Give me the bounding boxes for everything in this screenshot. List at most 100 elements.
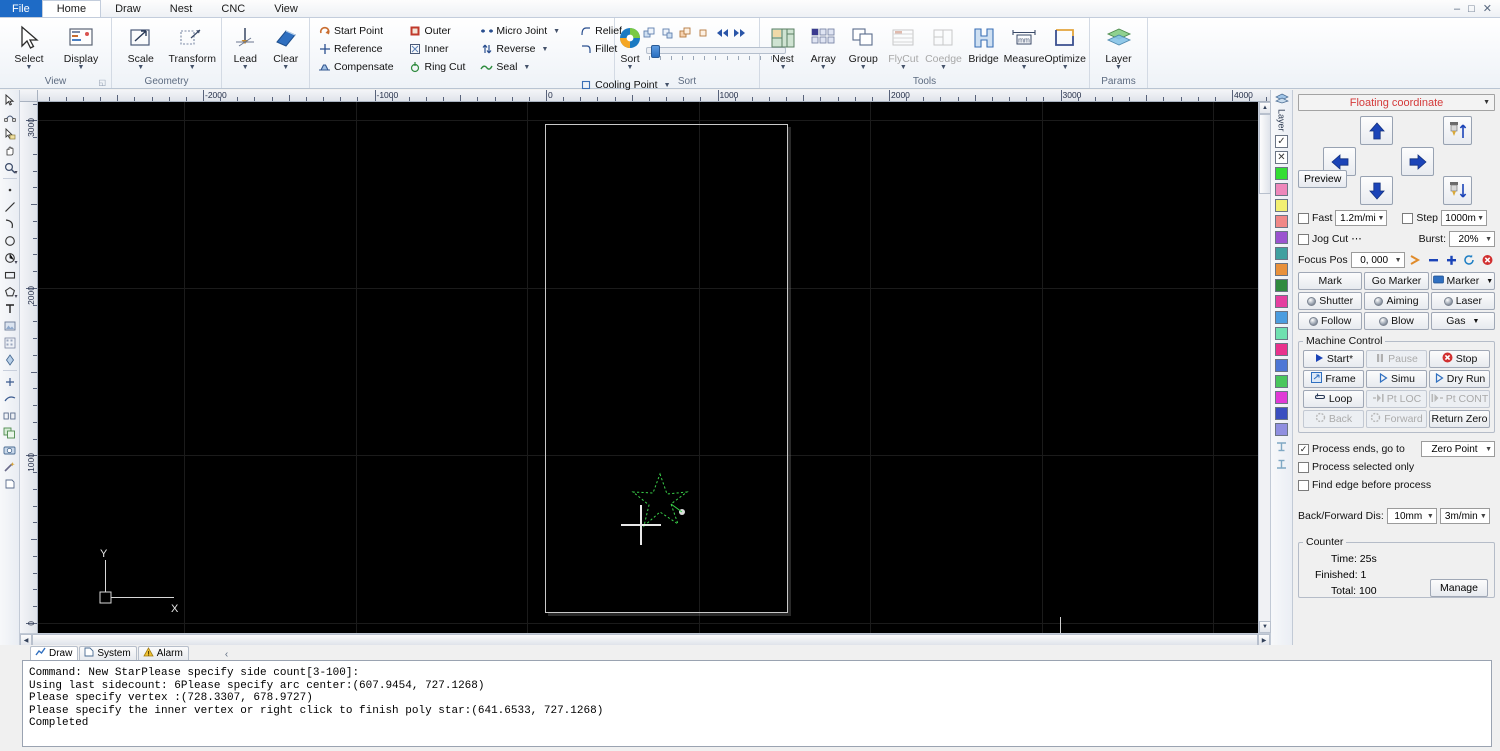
mirror-icon[interactable]	[1, 407, 19, 424]
layer-swatch-2[interactable]	[1275, 198, 1288, 212]
stop-button[interactable]: Stop	[1429, 350, 1490, 368]
pause-button[interactable]: Pause	[1366, 350, 1427, 368]
dialog-launcher-icon[interactable]: ◱	[98, 76, 106, 89]
ring-cut-button[interactable]: Ring Cut	[404, 58, 470, 76]
chevron-down-icon[interactable]: ▼	[1395, 257, 1402, 264]
image-icon[interactable]	[1, 317, 19, 334]
polygon-icon[interactable]: ▾	[1, 283, 19, 300]
rewind-icon[interactable]	[714, 26, 729, 41]
refresh-icon[interactable]	[1462, 253, 1477, 268]
node-edit-icon[interactable]	[1, 108, 19, 125]
chevron-down-icon[interactable]: ▼	[189, 64, 196, 71]
step-size-select[interactable]: 1000m ▼	[1441, 210, 1488, 226]
reference-button[interactable]: Reference	[313, 40, 398, 58]
zoom-magnifier-icon[interactable]: ▾	[1, 159, 19, 176]
focus-down-button[interactable]	[1443, 176, 1472, 205]
chevron-down-icon[interactable]: ▼	[542, 46, 549, 53]
chevron-down-icon[interactable]: ▼	[1485, 236, 1492, 243]
transform-button[interactable]: Transform ▼	[167, 20, 219, 71]
layer-swatch-6[interactable]	[1275, 262, 1288, 276]
layer-swatch-4[interactable]	[1275, 230, 1288, 244]
sort-button[interactable]: Sort ▼	[618, 20, 642, 71]
flycut-button[interactable]: FlyCut ▼	[883, 20, 923, 71]
copy-icon[interactable]	[1, 424, 19, 441]
layer-swatch-8[interactable]	[1275, 294, 1288, 308]
jog-down-button[interactable]	[1360, 176, 1393, 205]
jog-right-button[interactable]	[1401, 147, 1434, 176]
pan-hand-icon[interactable]	[1, 142, 19, 159]
line-icon[interactable]	[1, 198, 19, 215]
sort-backward-icon[interactable]	[660, 26, 675, 41]
rectangle-icon[interactable]	[1, 266, 19, 283]
jog-cut-ellipsis[interactable]: ⋯	[1351, 233, 1362, 245]
burst-select[interactable]: 20% ▼	[1449, 231, 1495, 247]
canvas-vertical-scrollbar[interactable]: ▲ ▼	[1258, 102, 1271, 633]
chevron-down-icon[interactable]: ▼	[523, 64, 530, 71]
mark-button[interactable]: Mark	[1298, 272, 1363, 290]
layer-swatch-3[interactable]	[1275, 214, 1288, 228]
pick-icon[interactable]	[1, 125, 19, 142]
chevron-down-icon[interactable]: ▼	[860, 64, 867, 71]
close-icon[interactable]: ✕	[1483, 2, 1492, 15]
tab-alarm[interactable]: Alarm	[137, 646, 189, 660]
sheet-icon[interactable]	[1, 475, 19, 492]
fast-checkbox[interactable]	[1298, 212, 1309, 224]
pt-loc-button[interactable]: Pt LOC	[1366, 390, 1427, 408]
display-button[interactable]: Display ▼	[55, 20, 107, 71]
chevron-down-icon[interactable]: ▼	[1483, 99, 1490, 106]
maximize-icon[interactable]: □	[1468, 3, 1475, 15]
return-zero-button[interactable]: Return Zero	[1429, 410, 1490, 428]
layer-swatch-5[interactable]	[1275, 246, 1288, 260]
process-ends-target-select[interactable]: Zero Point ▼	[1421, 441, 1495, 457]
forward-button[interactable]: Forward	[1366, 410, 1427, 428]
pt-cont-button[interactable]: Pt CONT	[1429, 390, 1490, 408]
text-icon[interactable]	[1, 300, 19, 317]
ribbon-tab-draw[interactable]: Draw	[101, 0, 156, 17]
minus-icon[interactable]	[1426, 253, 1441, 268]
layer-swatch-12[interactable]	[1275, 358, 1288, 372]
optimize-button[interactable]: Optimize ▼	[1045, 20, 1086, 71]
focus-up-button[interactable]	[1443, 116, 1472, 145]
camera-icon[interactable]	[1, 441, 19, 458]
offset-icon[interactable]	[1, 390, 19, 407]
layer-swatch-14[interactable]	[1275, 390, 1288, 404]
menu-file-button[interactable]: File	[0, 0, 42, 17]
chevron-down-icon[interactable]: ▼	[1021, 64, 1028, 71]
back-forward-distance-select[interactable]: 10mm ▼	[1386, 508, 1437, 524]
sort-slider-thumb[interactable]	[651, 45, 660, 58]
coordinate-system-combo[interactable]: Floating coordinate ▼	[1298, 94, 1495, 111]
ribbon-tab-view[interactable]: View	[260, 0, 313, 17]
layer-stack-small-icon[interactable]	[1274, 93, 1289, 107]
arc-icon[interactable]	[1, 215, 19, 232]
chevron-down-icon[interactable]: ▼	[1472, 318, 1479, 325]
reverse-button[interactable]: Reverse ▼	[475, 40, 564, 58]
seal-button[interactable]: Seal ▼	[475, 58, 564, 76]
chevron-down-icon[interactable]: ▼	[1486, 278, 1493, 285]
laser-button[interactable]: Laser	[1430, 292, 1495, 310]
layer-visible-toggle[interactable]: ✓	[1275, 134, 1288, 148]
coedge-button[interactable]: Coedge ▼	[923, 20, 963, 71]
bridge-button[interactable]: Bridge	[964, 20, 1004, 65]
nest-button[interactable]: Nest ▼	[763, 20, 803, 71]
back-button[interactable]: Back	[1303, 410, 1364, 428]
chevron-down-icon[interactable]: ▼	[553, 28, 560, 35]
chevron-down-icon[interactable]: ▼	[1062, 64, 1069, 71]
chevron-down-icon[interactable]: ▼	[1115, 64, 1122, 71]
sort-up-icon[interactable]	[678, 26, 693, 41]
chevron-down-icon[interactable]: ▼	[1377, 215, 1384, 222]
scale-button[interactable]: Scale ▼	[115, 20, 167, 71]
cancel-icon[interactable]	[1480, 253, 1495, 268]
layer-swatch-9[interactable]	[1275, 310, 1288, 324]
layer-swatch-10[interactable]	[1275, 326, 1288, 340]
layer-swatch-15[interactable]	[1275, 406, 1288, 420]
chevron-down-icon[interactable]: ▼	[1485, 446, 1492, 453]
chevron-down-icon[interactable]: ▼	[26, 64, 33, 71]
chevron-down-icon[interactable]: ▼	[1480, 513, 1487, 520]
back-forward-speed-select[interactable]: 3m/min ▼	[1439, 508, 1490, 524]
layer-swatch-16[interactable]	[1275, 422, 1288, 436]
layer-swatch-1[interactable]	[1275, 182, 1288, 196]
arrow-orange-icon[interactable]	[1408, 253, 1423, 268]
chevron-down-icon[interactable]: ▼	[282, 64, 289, 71]
chevron-down-icon[interactable]: ▼	[780, 64, 787, 71]
chevron-down-icon[interactable]: ▼	[627, 64, 634, 71]
